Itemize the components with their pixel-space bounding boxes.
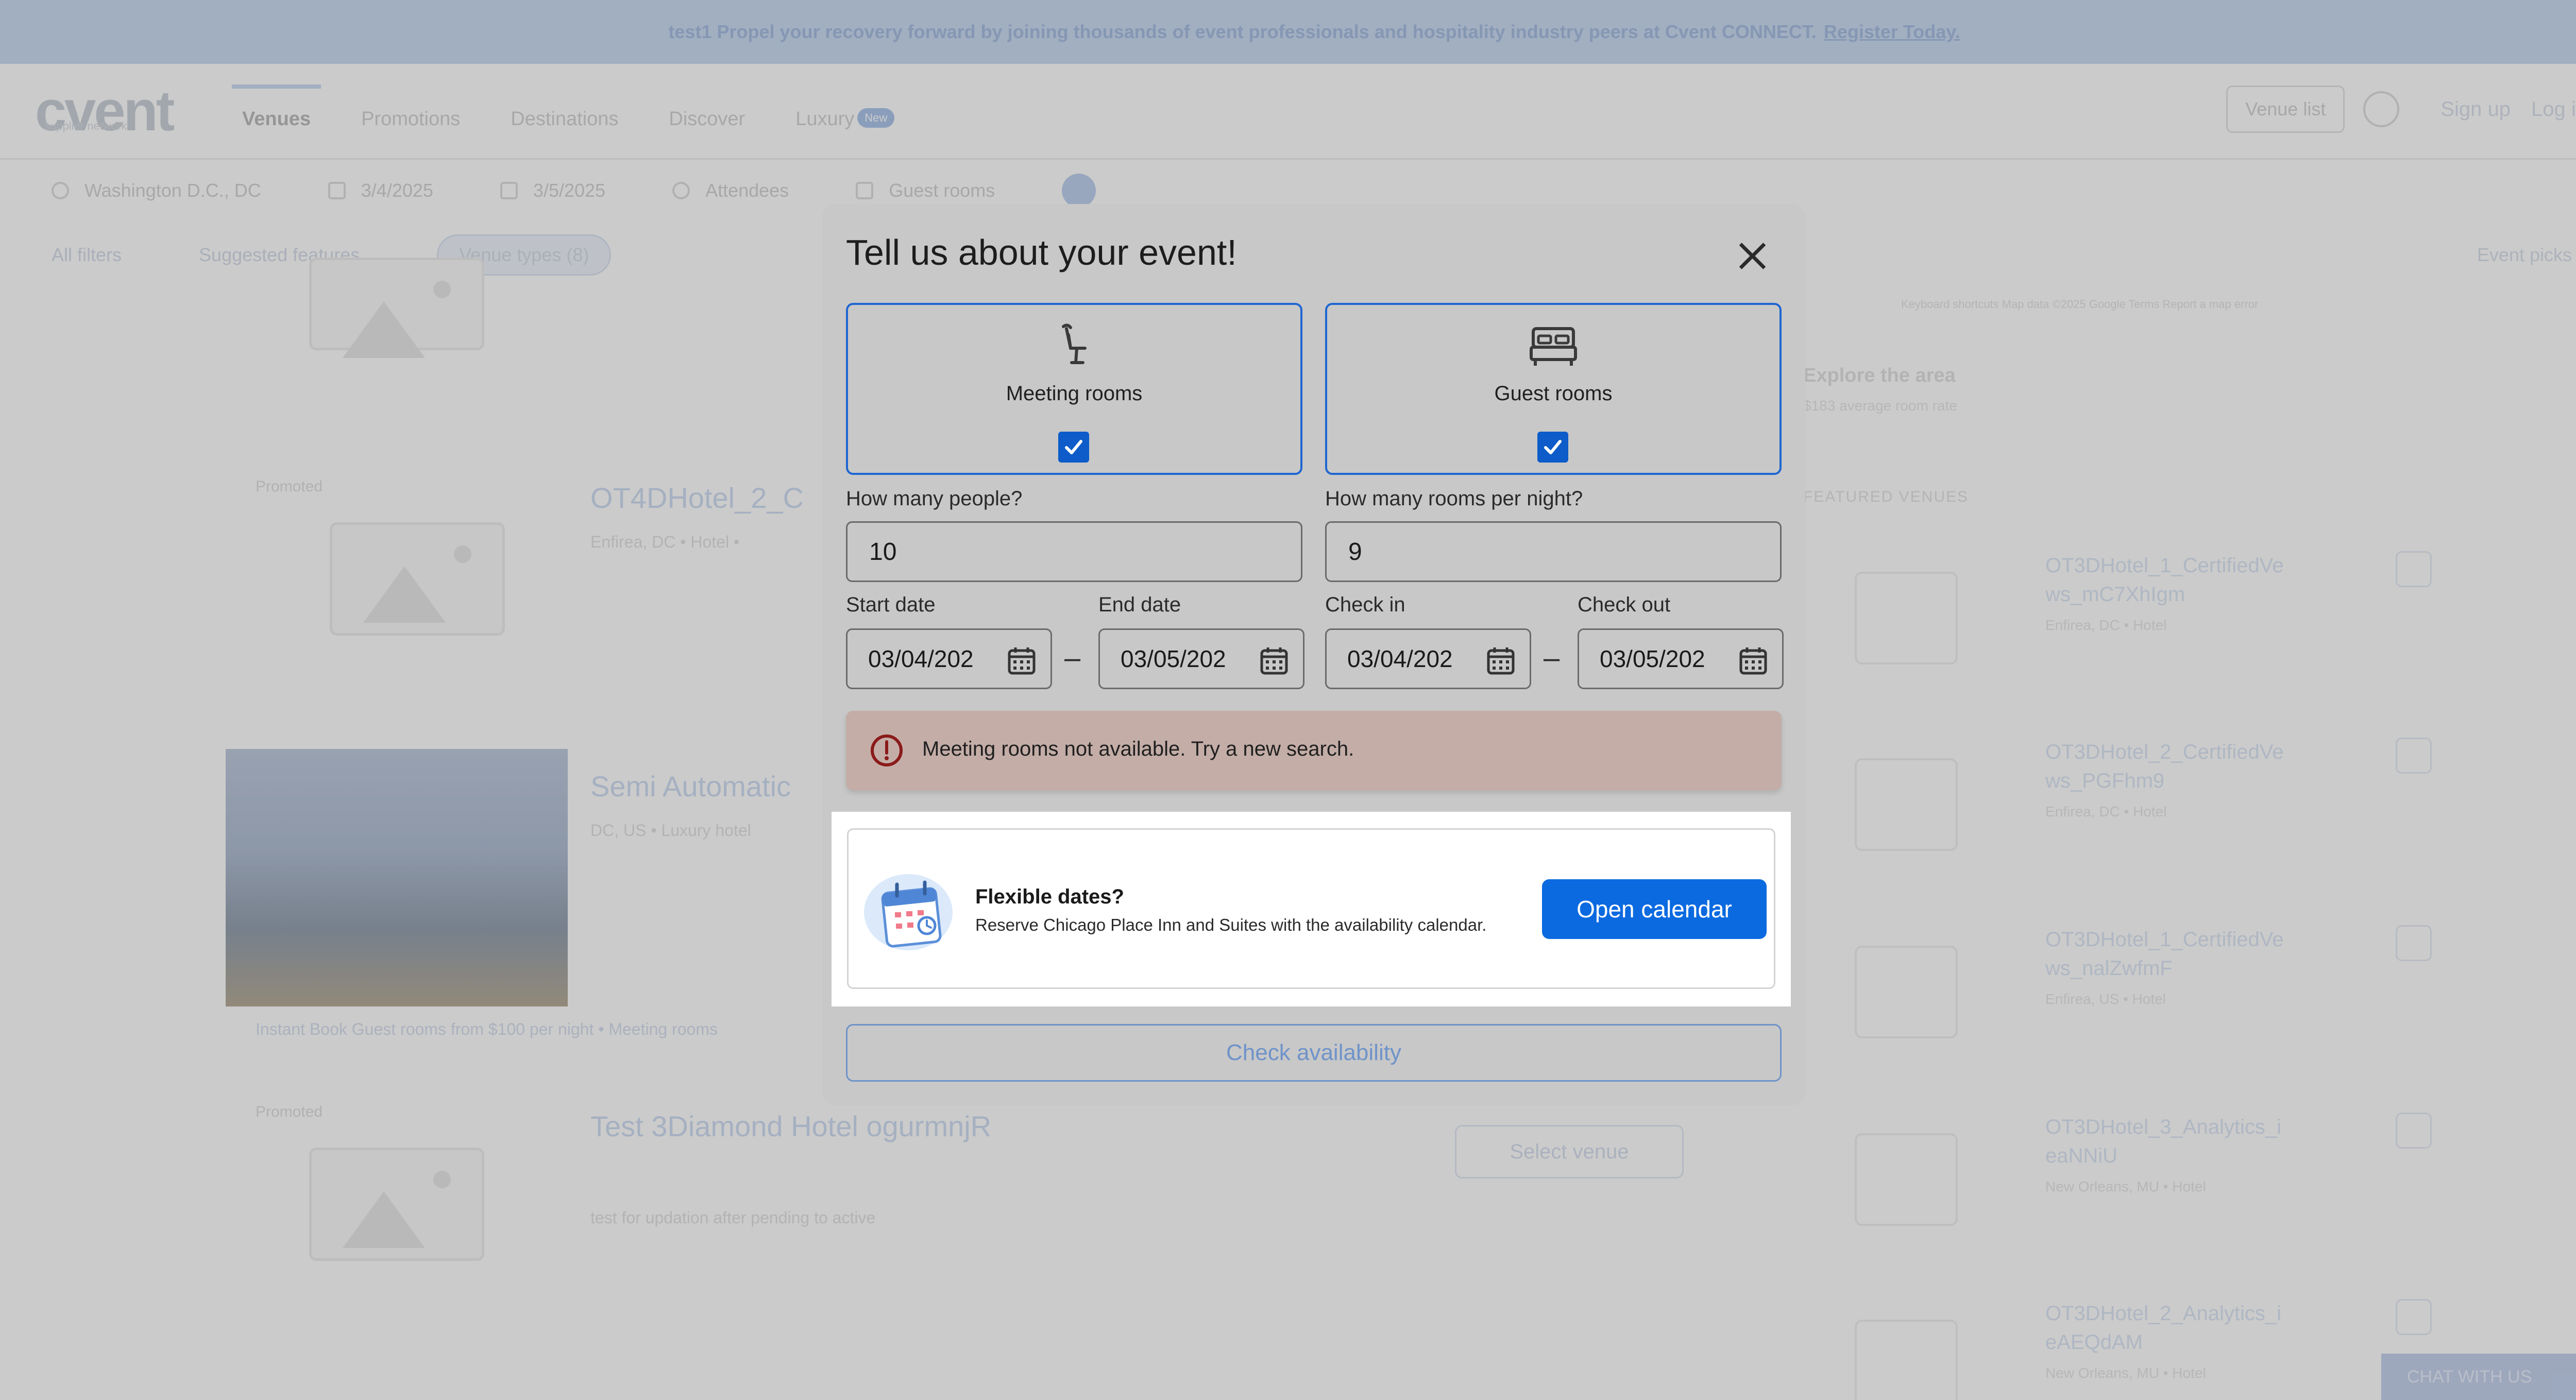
flexible-dates-card: Flexible dates? Reserve Chicago Place In… — [847, 828, 1775, 989]
chair-icon — [1062, 323, 1087, 364]
check-in-input[interactable]: 03/04/202 — [1325, 628, 1531, 689]
calendar-icon[interactable] — [1006, 645, 1037, 676]
calendar-illustration-icon — [864, 874, 953, 950]
modal-title: Tell us about your event! — [846, 232, 1237, 272]
people-input[interactable]: 10 — [846, 521, 1302, 582]
checkmark-icon — [1544, 440, 1562, 454]
error-icon — [871, 735, 903, 766]
close-icon[interactable] — [1734, 238, 1770, 274]
end-date-input[interactable]: 03/05/202 — [1098, 628, 1304, 689]
start-date-label: Start date — [846, 593, 936, 616]
flexible-dates-subtitle: Reserve Chicago Place Inn and Suites wit… — [975, 915, 1487, 934]
end-date-label: End date — [1098, 593, 1181, 616]
guest-rooms-checkbox[interactable] — [1537, 432, 1568, 463]
date-range-separator: – — [1064, 641, 1081, 674]
calendar-icon[interactable] — [1259, 645, 1290, 676]
calendar-icon[interactable] — [1485, 645, 1516, 676]
people-label: How many people? — [846, 487, 1023, 510]
check-availability-button[interactable]: Check availability — [846, 1024, 1782, 1082]
guest-rooms-card[interactable]: Guest rooms — [1325, 303, 1782, 475]
check-out-value: 03/05/202 — [1600, 645, 1705, 672]
flexible-dates-panel: Flexible dates? Reserve Chicago Place In… — [832, 812, 1791, 1006]
check-out-label: Check out — [1578, 593, 1671, 616]
error-message: Meeting rooms not available. Try a new s… — [922, 738, 1354, 760]
date-range-separator: – — [1544, 641, 1560, 674]
availability-error-alert: Meeting rooms not available. Try a new s… — [846, 711, 1782, 790]
bed-icon — [1530, 327, 1577, 366]
rooms-per-night-input[interactable]: 9 — [1325, 521, 1782, 582]
open-calendar-button[interactable]: Open calendar — [1542, 879, 1767, 939]
calendar-icon[interactable] — [1738, 645, 1769, 676]
rooms-per-night-label: How many rooms per night? — [1325, 487, 1583, 510]
check-in-value: 03/04/202 — [1347, 645, 1453, 672]
meeting-rooms-label: Meeting rooms — [1006, 382, 1143, 405]
guest-rooms-label: Guest rooms — [1494, 382, 1613, 405]
check-in-label: Check in — [1325, 593, 1405, 616]
end-date-value: 03/05/202 — [1121, 645, 1226, 672]
meeting-rooms-card[interactable]: Meeting rooms — [846, 303, 1302, 475]
flexible-dates-title: Flexible dates? — [975, 885, 1124, 908]
start-date-input[interactable]: 03/04/202 — [846, 628, 1052, 689]
meeting-rooms-checkbox[interactable] — [1058, 432, 1089, 463]
start-date-value: 03/04/202 — [868, 645, 974, 672]
check-out-input[interactable]: 03/05/202 — [1578, 628, 1784, 689]
checkmark-icon — [1065, 440, 1082, 454]
